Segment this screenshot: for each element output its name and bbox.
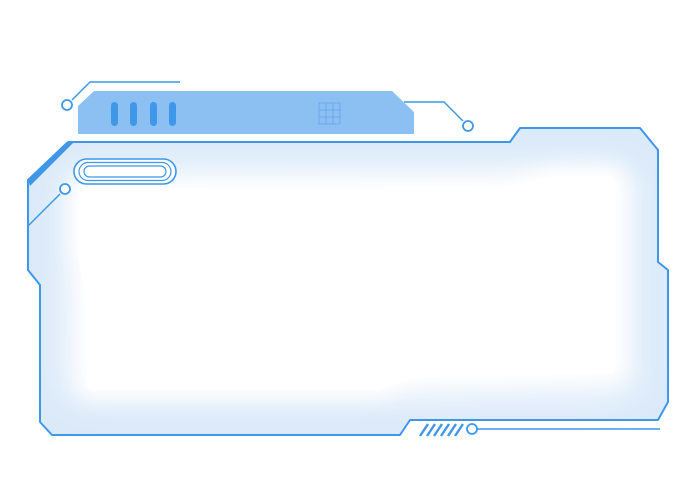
diagonal-stripes-icon (419, 423, 464, 437)
pill-badge-icon (73, 158, 177, 185)
top-tab (78, 91, 414, 134)
circuit-node-bottom (466, 423, 478, 435)
circuit-node-top-right (462, 120, 474, 132)
circuit-node-left (59, 183, 71, 195)
hud-frame-graphic (0, 0, 698, 493)
content-panel-core (78, 176, 616, 390)
circuit-node-top-left (61, 99, 73, 111)
hud-frame-svg (27, 81, 669, 437)
